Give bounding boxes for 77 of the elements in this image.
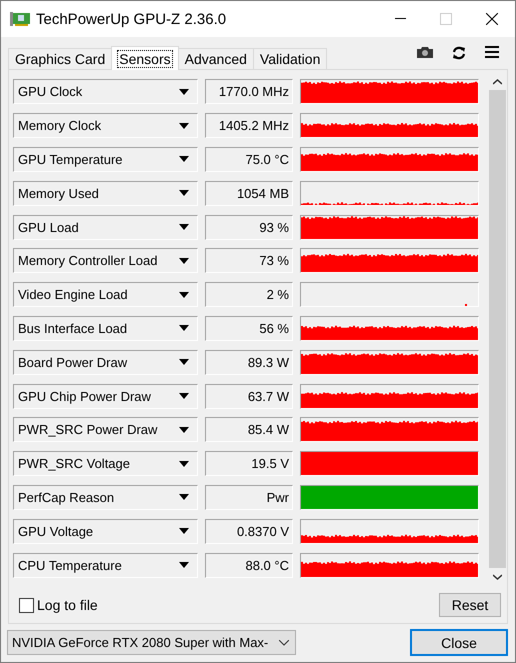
sensor-name: Bus Interface Load <box>18 320 128 336</box>
sensor-reading: 0.8370 V <box>205 518 293 544</box>
sensor-name: Memory Controller Load <box>18 253 158 268</box>
dropdown-arrow-icon <box>179 393 189 400</box>
sensor-name: Video Engine Load <box>18 287 128 302</box>
sensor-reading: 1770.0 MHz <box>205 79 293 104</box>
sensor-name: GPU Temperature <box>18 152 123 167</box>
sensor-name: PWR_SRC Power Draw <box>18 422 158 438</box>
sensor-reading: 88.0 °C <box>205 552 293 578</box>
dropdown-arrow-icon <box>179 359 189 366</box>
dropdown-arrow-icon <box>179 494 189 500</box>
sensor-dropdown[interactable]: GPU Chip Power Draw <box>13 384 198 409</box>
menu-icon[interactable] <box>485 46 499 58</box>
sensor-name: GPU Voltage <box>18 524 94 539</box>
minimize-icon[interactable] <box>394 18 406 20</box>
sensor-name: PWR_SRC Voltage <box>18 456 130 472</box>
sensor-reading: 93 % <box>205 214 293 240</box>
dropdown-arrow-icon <box>179 88 189 95</box>
dropdown-arrow-icon <box>179 122 189 129</box>
sensor-dropdown[interactable]: Memory Used <box>13 180 198 206</box>
window-title: TechPowerUp GPU-Z 2.36.0 <box>36 10 228 28</box>
sensor-dropdown[interactable]: Memory Controller Load <box>13 248 198 274</box>
sensor-dropdown[interactable]: GPU Load <box>13 214 198 240</box>
sensor-reading: 73 % <box>205 248 293 274</box>
graphics-card-icon <box>10 11 30 27</box>
sensor-reading: 85.4 W <box>205 417 293 442</box>
sensor-dropdown[interactable]: PWR_SRC Power Draw <box>13 417 198 442</box>
checkbox-label: Log to file <box>37 597 98 613</box>
sensor-reading: 89.3 W <box>205 350 293 375</box>
sensor-name: Memory Used <box>18 186 99 201</box>
dropdown-arrow-icon <box>179 528 189 534</box>
sensor-name: GPU Clock <box>18 84 82 100</box>
tab[interactable]: Graphics Card <box>8 48 112 69</box>
dropdown-arrow-icon <box>179 562 189 568</box>
dropdown-arrow-icon <box>179 224 189 230</box>
reset-button[interactable]: Reset <box>439 593 501 617</box>
dropdown-arrow-icon <box>179 426 189 433</box>
sensor-dropdown[interactable]: GPU Clock <box>13 79 198 104</box>
scrollbar-thumb[interactable] <box>489 90 506 568</box>
sensor-dropdown[interactable]: Bus Interface Load <box>13 316 198 341</box>
chevron-icon <box>279 640 289 646</box>
sensor-reading: 56 % <box>205 316 293 341</box>
sensor-reading: Pwr <box>205 484 293 510</box>
dropdown-arrow-icon <box>179 292 189 298</box>
sensor-dropdown[interactable]: PWR_SRC Voltage <box>13 451 198 476</box>
sensor-name: CPU Temperature <box>18 558 122 573</box>
sensor-reading: 75.0 °C <box>205 146 293 172</box>
sensor-dropdown[interactable]: Memory Clock <box>13 113 198 138</box>
dropdown-arrow-icon <box>179 190 189 196</box>
sensor-name: Memory Clock <box>18 118 102 134</box>
sensor-dropdown[interactable]: CPU Temperature <box>13 552 198 578</box>
sensor-reading: 1054 MB <box>205 180 293 206</box>
dropdown-arrow-icon <box>179 325 189 332</box>
dropdown-arrow-icon <box>179 460 189 467</box>
sensor-dropdown[interactable]: GPU Voltage <box>13 518 198 544</box>
sensor-reading: 2 % <box>205 282 293 308</box>
sensor-dropdown[interactable]: Board Power Draw <box>13 350 198 375</box>
sensor-name: Board Power Draw <box>18 354 128 370</box>
sensor-name: PerfCap Reason <box>18 490 114 505</box>
tab[interactable]: Validation <box>252 48 328 69</box>
close-icon[interactable] <box>486 13 498 25</box>
refresh-icon[interactable] <box>452 46 466 60</box>
dropdown-arrow-icon <box>179 156 189 162</box>
dropdown-arrow-icon <box>179 258 189 264</box>
sensor-reading: 1405.2 MHz <box>205 113 293 138</box>
sensor-reading: 63.7 W <box>205 384 293 409</box>
sensor-name: GPU Chip Power Draw <box>18 388 151 404</box>
sensor-dropdown[interactable]: PerfCap Reason <box>13 484 198 510</box>
sensor-dropdown[interactable]: Video Engine Load <box>13 282 198 308</box>
close-button[interactable]: Close <box>410 629 508 656</box>
sensor-dropdown[interactable]: GPU Temperature <box>13 146 198 172</box>
log-checkbox[interactable] <box>19 598 34 612</box>
gpu-dropdown[interactable]: NVIDIA GeForce RTX 2080 Super with Max- <box>7 630 296 655</box>
sensor-name: GPU Load <box>18 220 79 235</box>
tab[interactable]: Sensors <box>111 46 179 70</box>
camera-icon[interactable] <box>417 46 433 58</box>
sensor-reading: 19.5 V <box>205 451 293 476</box>
